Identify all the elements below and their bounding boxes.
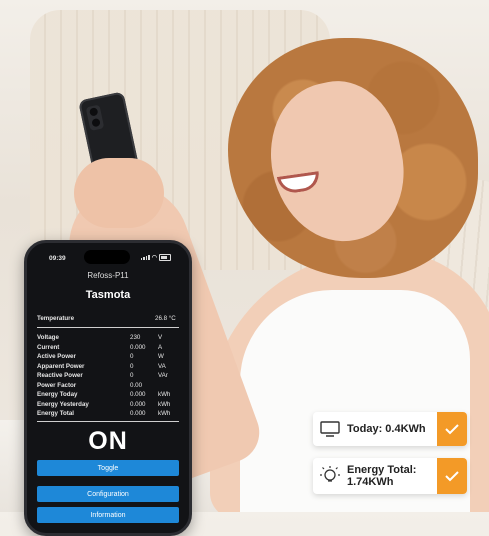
- signal-icon: [140, 255, 150, 260]
- reading-label: Power Factor: [37, 381, 77, 389]
- reading-value: 0: [130, 372, 134, 379]
- reading-unit: kWh: [158, 391, 171, 398]
- reading-value: 0: [130, 353, 134, 360]
- reading-label: Energy Total: [37, 410, 75, 417]
- reading-unit: kWh: [158, 400, 171, 408]
- reading-label: Reactive Power: [37, 372, 83, 379]
- reading-unit: VAr: [158, 372, 168, 379]
- energy-total-card: Energy Total: 1.74KWh: [313, 458, 467, 494]
- lightbulb-icon: [313, 465, 347, 487]
- reading-label: Energy Today: [37, 391, 78, 398]
- power-state: ON: [88, 427, 128, 455]
- reading-label: Active Power: [37, 353, 76, 360]
- check-icon: [437, 412, 467, 446]
- today-energy-card: Today: 0.4KWh: [313, 412, 467, 446]
- energy-total-label: Energy Total:: [347, 464, 417, 476]
- device-name: Refoss-P11: [87, 271, 129, 280]
- energy-total-value: 1.74KWh: [347, 476, 394, 488]
- reading-unit: V: [158, 334, 163, 341]
- reading-label: Current: [37, 343, 60, 351]
- reading-unit: A: [158, 343, 163, 351]
- wifi-icon: ◠: [151, 255, 157, 261]
- check-icon: [437, 458, 467, 494]
- monitor-icon: [313, 421, 347, 437]
- status-time: 09:39: [49, 255, 66, 262]
- reading-unit: W: [158, 353, 164, 360]
- reading-value: 0: [130, 362, 134, 370]
- information-button[interactable]: Information: [37, 507, 179, 523]
- hand: [74, 158, 164, 228]
- reading-value: 0.000: [130, 343, 146, 351]
- status-icons: ◠: [140, 254, 171, 261]
- reading-value: 0.000: [130, 400, 146, 408]
- battery-icon: [159, 254, 171, 261]
- reading-label: Energy Yesterday: [37, 400, 89, 408]
- reading-value: 0.00: [130, 381, 143, 389]
- reading-label: Voltage: [37, 334, 59, 341]
- today-energy-text: Today: 0.4KWh: [347, 423, 426, 435]
- camera-icon: [85, 104, 105, 131]
- configuration-button[interactable]: Configuration: [37, 486, 179, 502]
- temperature-label: Temperature: [37, 315, 75, 322]
- reading-label: Apparent Power: [37, 362, 85, 370]
- divider: [37, 327, 179, 328]
- status-bar: 09:39 ◠: [27, 251, 189, 265]
- temperature-value: 26.8 °C: [155, 315, 176, 322]
- reading-value: 0.000: [130, 391, 146, 398]
- energy-total-text: Energy Total: 1.74KWh: [347, 464, 437, 488]
- toggle-button[interactable]: Toggle: [37, 460, 179, 476]
- reading-unit: kWh: [158, 410, 171, 417]
- phone-mockup: 09:39 ◠ Refoss-P11 Tasmota Temperature 2…: [24, 240, 192, 536]
- app-title: Tasmota: [85, 289, 131, 301]
- reading-unit: VA: [158, 362, 166, 370]
- reading-value: 0.000: [130, 410, 146, 417]
- divider: [37, 421, 179, 422]
- reading-value: 230: [130, 334, 141, 341]
